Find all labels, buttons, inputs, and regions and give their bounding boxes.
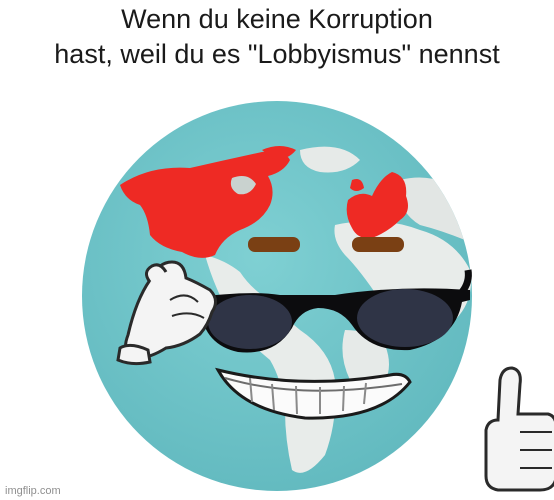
right-eyebrow [352,237,404,252]
left-eyebrow [248,237,300,252]
globe-character-illustration [82,101,554,492]
thumbs-up-icon [484,366,554,492]
imgflip-watermark: imgflip.com [5,485,61,497]
